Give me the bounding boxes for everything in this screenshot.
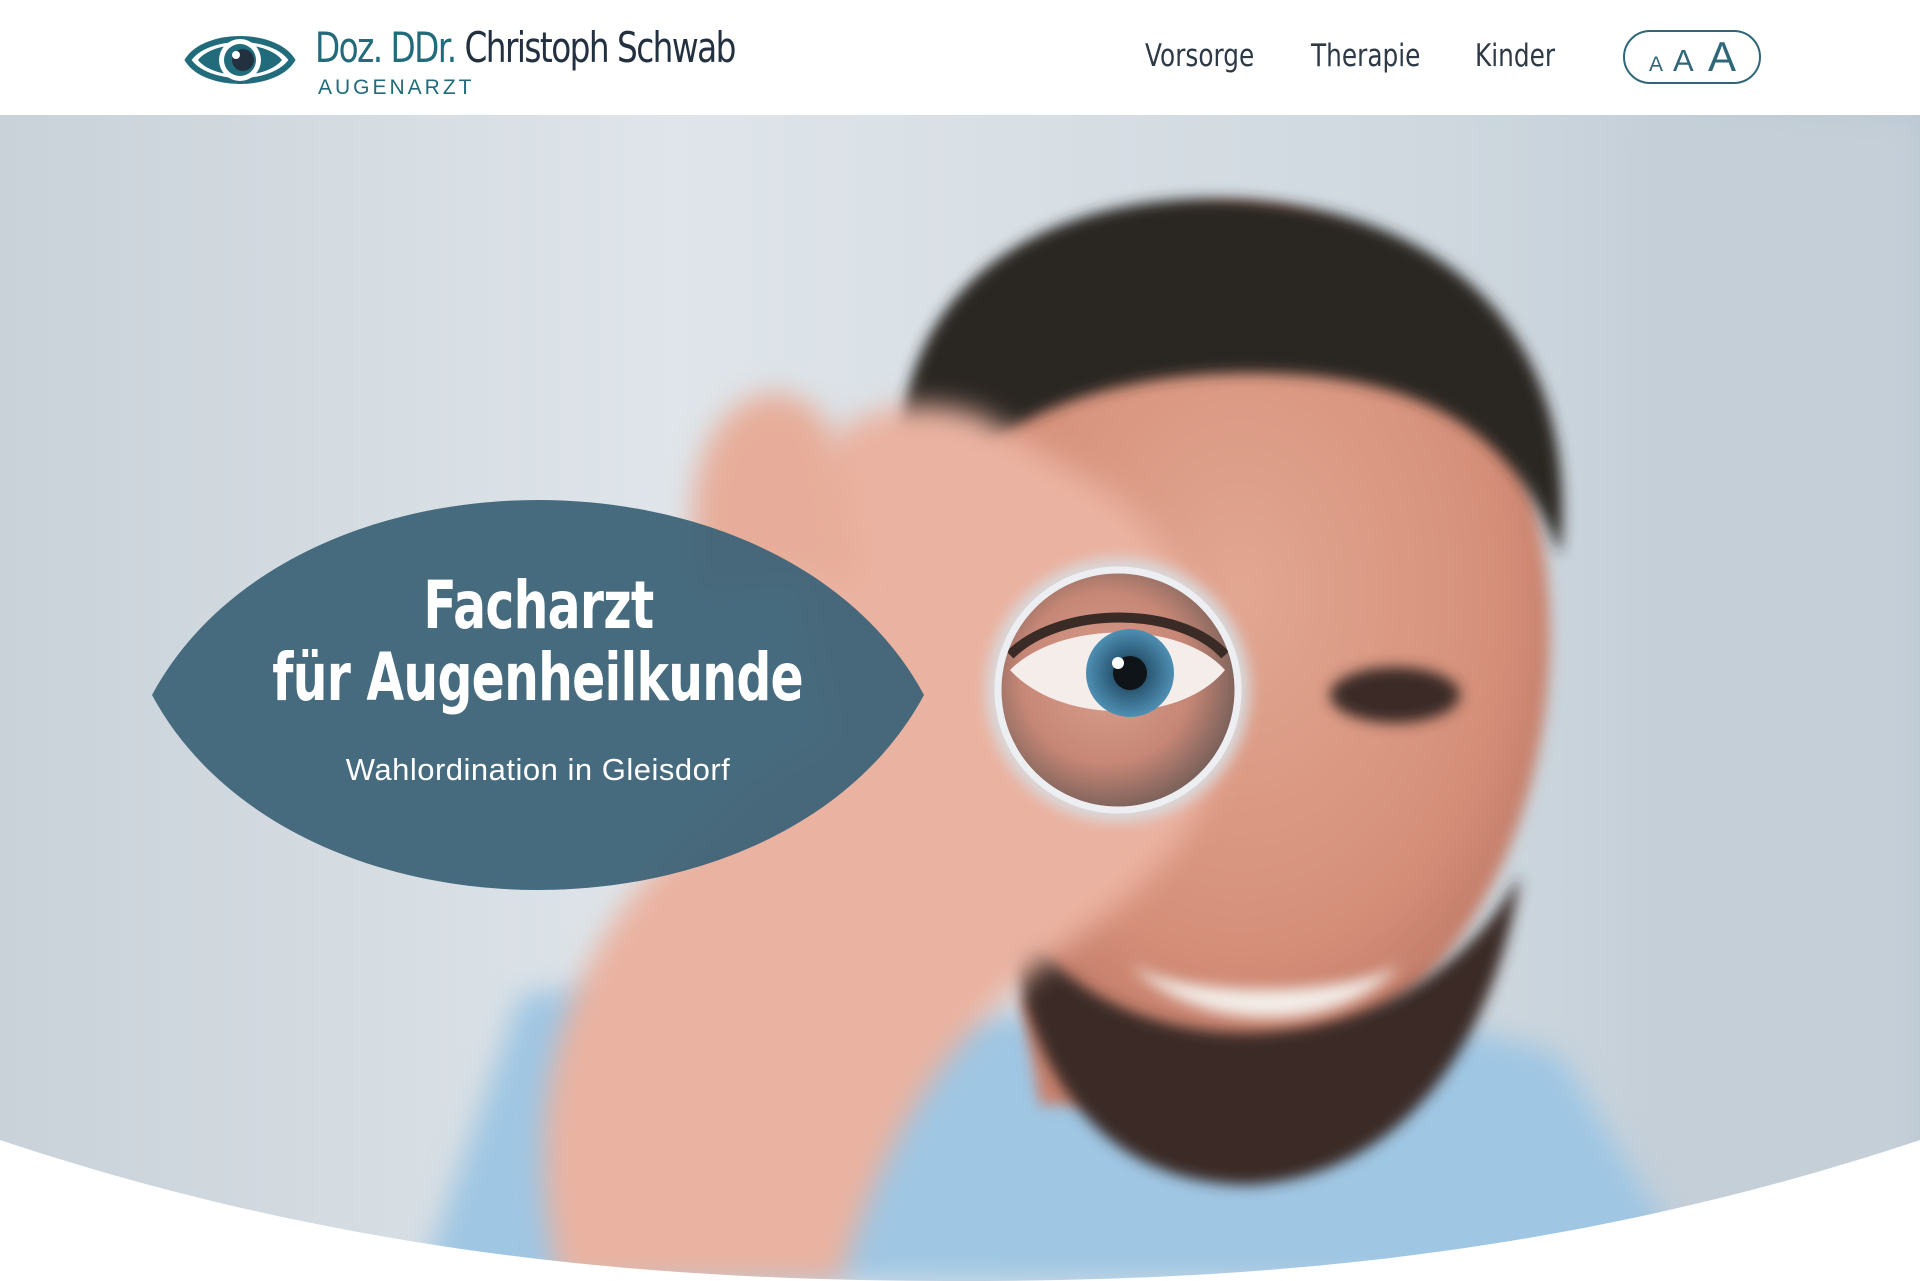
site-header: Doz. DDr. Christoph Schwab AUGENARZT Vor…: [0, 0, 1920, 115]
brand-subtitle: AUGENARZT: [318, 76, 475, 99]
brand-name: Doz. DDr. Christoph Schwab: [315, 22, 736, 74]
brand-person-name: Christoph Schwab: [464, 23, 736, 72]
hero-leaf-badge: Facharzt für Augenheilkunde Wahlordinati…: [152, 500, 924, 890]
brand-title: Doz. DDr.: [315, 23, 457, 72]
font-size-medium-button[interactable]: A: [1673, 45, 1694, 76]
hero-section: Facharzt für Augenheilkunde Wahlordinati…: [0, 115, 1920, 1281]
font-size-toggle: A A A: [1623, 30, 1761, 84]
font-size-large-button[interactable]: A: [1708, 36, 1736, 78]
nav-item-vorsorge[interactable]: Vorsorge: [1145, 36, 1254, 76]
hero-headline-line2: für Augenheilkunde: [272, 639, 804, 716]
eye-icon: [184, 36, 296, 84]
nav-item-kinder[interactable]: Kinder: [1475, 36, 1555, 76]
site-logo[interactable]: Doz. DDr. Christoph Schwab AUGENARZT: [184, 22, 764, 102]
hero-headline: Facharzt für Augenheilkunde: [152, 570, 924, 714]
font-size-small-button[interactable]: A: [1649, 54, 1663, 75]
nav-item-therapie[interactable]: Therapie: [1311, 36, 1420, 76]
hero-headline-line1: Facharzt: [422, 567, 654, 644]
hero-subheadline: Wahlordination in Gleisdorf: [345, 752, 731, 787]
